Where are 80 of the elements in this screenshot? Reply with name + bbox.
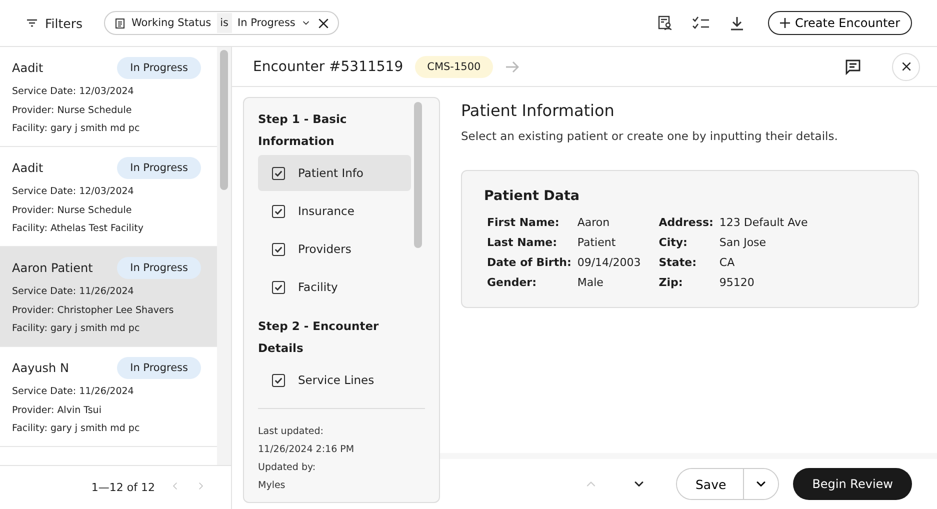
service-date: Service Date: 12/03/2024: [12, 85, 135, 99]
status-badge: In Progress: [117, 357, 201, 379]
field-label: Address:: [658, 216, 714, 229]
filter-value: In Progress: [238, 17, 296, 29]
step-title: Step 2 - Encounter Details: [258, 318, 380, 357]
field-label: Gender:: [487, 276, 538, 289]
provider: Provider: Alvin Tsui: [12, 404, 102, 418]
filter-icon: [26, 18, 38, 28]
step-item[interactable]: Providers: [258, 231, 411, 267]
create-encounter-button[interactable]: Create Encounter: [768, 11, 912, 35]
status-badge: In Progress: [117, 257, 201, 279]
service-date: Service Date: 11/26/2024: [12, 285, 135, 299]
field-label: City:: [658, 236, 688, 249]
close-icon[interactable]: [317, 16, 330, 30]
facility: Facility: gary j smith md pc: [12, 322, 141, 336]
checkbox[interactable]: [272, 374, 285, 386]
card-title: Patient Data: [484, 188, 581, 204]
scrollbar-thumb[interactable]: [220, 50, 228, 190]
encounter-item[interactable]: Aaron Patient In Progress Service Date: 11/26/2024 Provider: Christopher Lee Shavers Facility: gary j smith md pc: [0, 247, 217, 347]
plus-icon: [780, 18, 790, 28]
field-value: CA: [719, 256, 736, 269]
patient-name: Aadit: [12, 161, 44, 175]
field-value: Male: [577, 276, 604, 289]
filter-chip[interactable]: Working Status is In Progress: [104, 11, 340, 35]
updated-by-value: Myles: [258, 479, 286, 493]
patient-name: Aaron Patient: [12, 261, 93, 275]
step-label: Providers: [298, 242, 352, 256]
document-icon: [115, 18, 126, 28]
facility: Facility: Athelas Test Facility: [12, 222, 144, 236]
step-label: Insurance: [298, 204, 354, 218]
field-value: 123 Default Ave: [719, 216, 808, 229]
field-label: Last Name:: [487, 236, 558, 249]
filter-field: Working Status: [131, 17, 212, 29]
field-value: Patient: [577, 236, 617, 249]
field-value: Aaron: [577, 216, 611, 229]
filters-button[interactable]: Filters: [26, 16, 82, 30]
filter-operator: is: [217, 13, 232, 33]
service-date: Service Date: 12/03/2024: [12, 185, 135, 199]
checkbox[interactable]: [272, 166, 285, 180]
checkbox[interactable]: [272, 280, 285, 294]
form-badge: CMS-1500: [415, 56, 493, 78]
field-label: First Name:: [487, 216, 560, 229]
section-title: Patient Information: [461, 101, 616, 120]
patient-name: Aayush N: [12, 361, 69, 375]
section-subtitle: Select an existing patient or create one by inputting their details.: [461, 129, 839, 143]
checkbox[interactable]: [272, 242, 285, 256]
status-badge: In Progress: [117, 157, 201, 179]
pagination-text: 1—12 of 12: [91, 481, 155, 494]
facility: Facility: gary j smith md pc: [12, 422, 141, 436]
encounter-title: Encounter #5311519: [253, 58, 404, 74]
provider: Provider: Nurse Schedule: [12, 104, 133, 118]
field-value: 95120: [719, 276, 756, 289]
status-badge: In Progress: [117, 57, 201, 79]
step-item[interactable]: Service Lines: [258, 362, 411, 398]
service-date: Service Date: 11/26/2024: [12, 385, 135, 399]
step-title: Step 1 - Basic Information: [258, 111, 348, 150]
scrollbar-thumb[interactable]: [414, 102, 422, 248]
field-label: State:: [658, 256, 698, 269]
save-button[interactable]: Save: [676, 469, 744, 499]
patient-name: Aadit: [12, 61, 44, 75]
step-item[interactable]: Patient Info: [258, 155, 411, 191]
facility: Facility: gary j smith md pc: [12, 122, 141, 136]
begin-review-button[interactable]: Begin Review: [793, 468, 912, 500]
step-item[interactable]: Insurance: [258, 193, 411, 229]
field-label: Date of Birth:: [487, 256, 572, 269]
close-icon: [900, 60, 912, 73]
field-value: San Jose: [719, 236, 768, 249]
step-label: Patient Info: [298, 166, 364, 180]
field-label: Zip:: [658, 276, 684, 289]
last-updated-label: Last updated:: [258, 425, 325, 439]
step-label: Service Lines: [298, 373, 374, 387]
provider: Provider: Christopher Lee Shavers: [12, 304, 175, 318]
step-label: Facility: [298, 280, 338, 294]
last-updated-value: 11/26/2024 2:16 PM: [258, 443, 356, 457]
provider: Provider: Nurse Schedule: [12, 204, 133, 218]
checkbox[interactable]: [272, 204, 285, 218]
step-item[interactable]: Facility: [258, 269, 411, 305]
close-button[interactable]: [892, 52, 920, 80]
field-value: 09/14/2003: [577, 256, 641, 269]
updated-by-label: Updated by:: [258, 461, 317, 475]
